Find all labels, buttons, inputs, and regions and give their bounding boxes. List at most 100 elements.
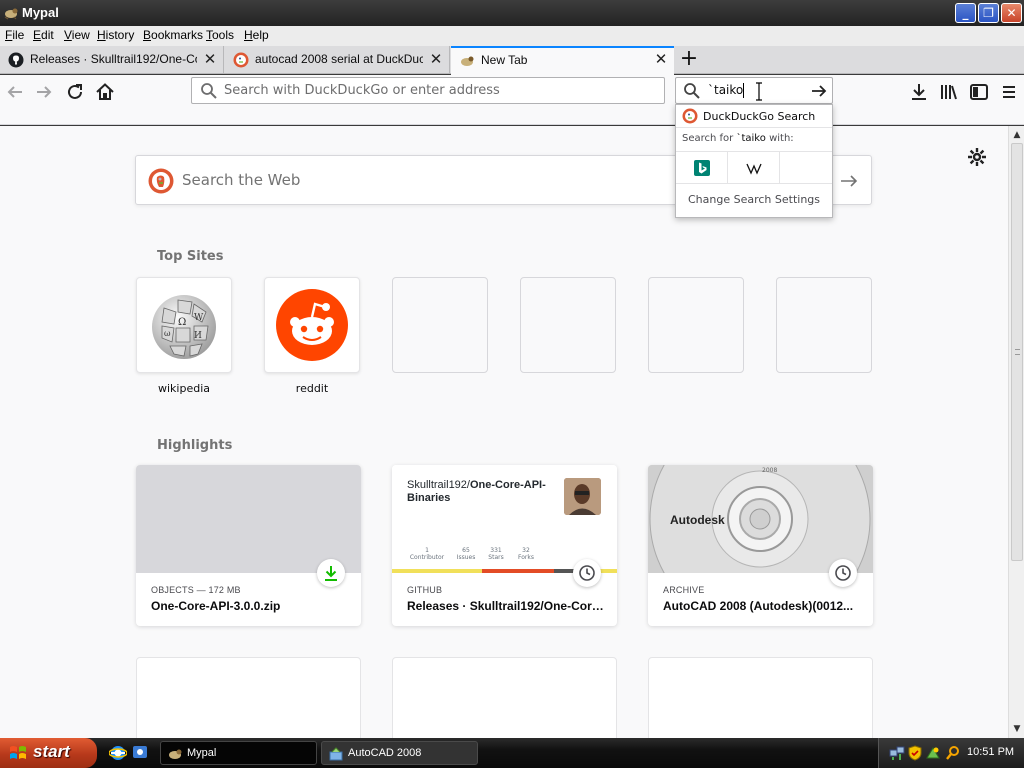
search-for-term: `taiko <box>736 133 766 144</box>
one-off-engines <box>676 151 832 184</box>
menu-file[interactable]: File <box>5 28 24 42</box>
windows-logo-icon <box>10 746 26 759</box>
highlight-context: OBJECTS — 172 MB <box>151 585 241 595</box>
tab-autocad-search[interactable]: autocad 2008 serial at DuckDuckGo ✕ <box>225 46 450 74</box>
highlight-thumbnail: Autodesk 2008 <box>648 465 873 573</box>
start-label: start <box>33 742 70 761</box>
search-submit-arrow-icon[interactable] <box>839 171 859 191</box>
highlight-card-archive[interactable]: Autodesk 2008 ARCHIVE AutoCAD 2008 (Auto… <box>648 465 873 626</box>
search-input-value[interactable]: `taiko <box>708 83 743 97</box>
address-bar[interactable] <box>191 77 665 104</box>
clock-icon <box>835 565 851 581</box>
search-bar[interactable]: `taiko <box>675 77 833 104</box>
highlight-thumbnail <box>136 465 361 573</box>
menu-tools[interactable]: Tools <box>206 28 234 42</box>
top-sites-heading: Top Sites <box>157 249 224 264</box>
taskbar-button-autocad[interactable]: AutoCAD 2008 <box>321 741 478 765</box>
security-shield-icon[interactable] <box>907 745 923 761</box>
top-site-empty-slot[interactable] <box>520 277 616 373</box>
close-tab-icon[interactable]: ✕ <box>203 52 217 67</box>
menu-help[interactable]: Help <box>244 28 269 42</box>
top-site-empty-slot[interactable] <box>392 277 488 373</box>
engine-button-bing[interactable] <box>676 152 728 184</box>
downloads-icon[interactable] <box>908 81 930 103</box>
scroll-up-arrow-icon[interactable]: ▲ <box>1010 128 1024 142</box>
menu-hamburger-icon[interactable] <box>998 81 1020 103</box>
internet-explorer-icon[interactable] <box>109 744 127 762</box>
maximize-button[interactable]: ❐ <box>978 3 999 23</box>
mypal-icon <box>461 56 474 66</box>
taskbar: start Mypal AutoCAD 2008 10:51 PM <box>0 738 1024 768</box>
top-site-empty-slot[interactable] <box>776 277 872 373</box>
tab-github-releases[interactable]: Releases · Skulltrail192/One-Core- ✕ <box>0 46 224 74</box>
reload-icon[interactable] <box>64 81 86 103</box>
network-wizard-icon[interactable] <box>925 745 941 761</box>
network-icon[interactable] <box>889 745 905 761</box>
top-site-wikipedia[interactable]: Ω W И ω <box>136 277 232 373</box>
back-icon[interactable] <box>4 81 26 103</box>
highlight-placeholder <box>392 657 617 738</box>
highlight-badge <box>573 559 601 587</box>
tab-strip: Releases · Skulltrail192/One-Core- ✕ aut… <box>0 46 1024 75</box>
menu-view[interactable]: View <box>64 28 90 42</box>
address-input[interactable] <box>224 81 654 100</box>
menu-bar: File Edit View History Bookmarks Tools H… <box>0 26 1024 46</box>
avatar-portrait-icon <box>564 478 601 515</box>
window-title: Mypal <box>22 5 59 20</box>
top-site-empty-slot[interactable] <box>648 277 744 373</box>
search-for-suffix: with: <box>769 133 794 144</box>
duckduckgo-icon <box>682 108 698 124</box>
highlight-placeholder <box>136 657 361 738</box>
menu-edit[interactable]: Edit <box>33 28 54 42</box>
top-site-reddit[interactable] <box>264 277 360 373</box>
svg-text:И: И <box>194 331 202 341</box>
scroll-thumb[interactable] <box>1011 143 1023 561</box>
svg-text:ω: ω <box>164 329 171 338</box>
show-desktop-icon[interactable] <box>131 744 149 762</box>
search-go-arrow-icon[interactable] <box>809 81 829 101</box>
engine-button-empty[interactable] <box>780 152 832 184</box>
i-beam-cursor-icon <box>756 82 762 101</box>
forward-icon[interactable] <box>33 81 55 103</box>
mypal-app-icon <box>4 8 18 20</box>
engine-button-wikipedia[interactable] <box>728 152 780 184</box>
sidebar-icon[interactable] <box>968 81 990 103</box>
close-tab-icon[interactable]: ✕ <box>429 52 443 67</box>
close-window-button[interactable]: ✕ <box>1001 3 1022 23</box>
top-site-label: reddit <box>295 382 329 395</box>
svg-text:W: W <box>194 313 204 323</box>
scroll-down-arrow-icon[interactable]: ▼ <box>1010 722 1024 736</box>
change-search-settings-button[interactable]: Change Search Settings <box>676 193 832 206</box>
engine-name: DuckDuckGo Search <box>703 110 816 123</box>
start-button[interactable]: start <box>0 738 97 768</box>
home-icon[interactable] <box>94 81 116 103</box>
autocad-installer-icon <box>329 747 343 761</box>
repo-owner: Skulltrail192/ <box>407 479 470 491</box>
search-for-prefix: Search for <box>682 133 734 144</box>
tab-label: Releases · Skulltrail192/One-Core- <box>30 52 197 66</box>
highlight-card-github[interactable]: Skulltrail192/One-Core-API-Binaries 1 Con… <box>392 465 617 626</box>
search-icon[interactable] <box>945 745 961 761</box>
highlight-badge <box>317 559 345 587</box>
library-icon[interactable] <box>938 81 960 103</box>
highlights-heading: Highlights <box>157 438 233 453</box>
download-icon <box>325 566 337 581</box>
settings-gear-icon[interactable] <box>966 146 988 168</box>
minimize-button[interactable]: _ <box>955 3 976 23</box>
svg-text:Ω: Ω <box>178 317 186 328</box>
taskbar-button-mypal[interactable]: Mypal <box>160 741 317 765</box>
stat-issues: 65 Issues <box>456 547 476 561</box>
highlight-title: One-Core-API-3.0.0.zip <box>151 599 281 613</box>
close-tab-icon[interactable]: ✕ <box>654 52 668 67</box>
vertical-scrollbar[interactable]: ▲ ▼ <box>1008 126 1024 738</box>
repo-name: Skulltrail192/One-Core-API-Binaries <box>407 479 557 505</box>
search-icon <box>201 83 217 99</box>
tab-label: autocad 2008 serial at DuckDuckGo <box>255 52 423 66</box>
new-tab-button[interactable]: + <box>678 48 700 71</box>
tab-new-tab[interactable]: New Tab ✕ <box>451 46 674 75</box>
highlight-card-download[interactable]: OBJECTS — 172 MB One-Core-API-3.0.0.zip <box>136 465 361 626</box>
menu-bookmarks[interactable]: Bookmarks <box>143 28 203 42</box>
duckduckgo-icon <box>233 52 249 68</box>
menu-history[interactable]: History <box>97 28 134 42</box>
navigation-bar: `taiko <box>0 75 1024 125</box>
